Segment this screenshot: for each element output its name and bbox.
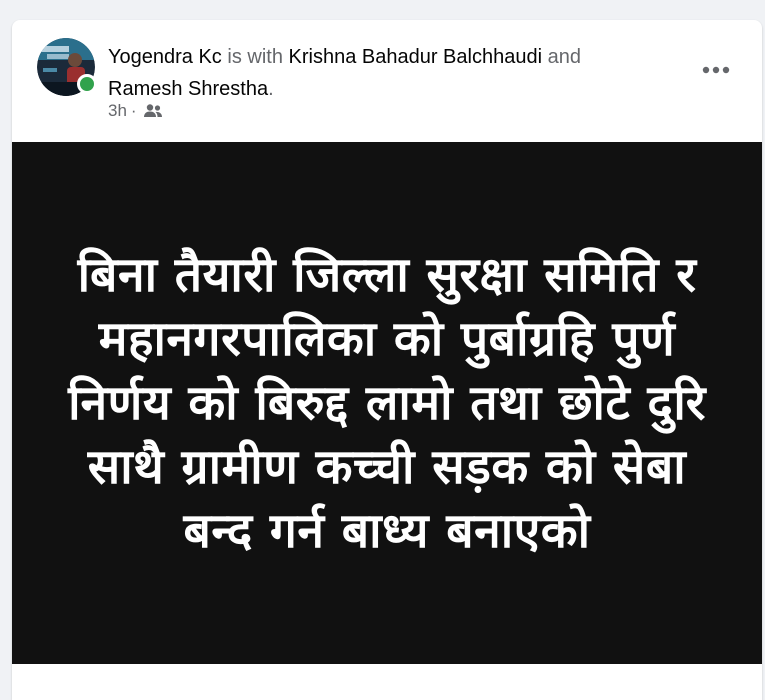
post-timestamp[interactable]: 3h [108, 101, 127, 121]
author-avatar[interactable] [37, 38, 97, 96]
more-horizontal-icon [702, 66, 730, 74]
post-image[interactable]: बिना तैयारी जिल्ला सुरक्षा समिति र महानग… [12, 142, 762, 664]
more-options-button[interactable] [696, 50, 736, 90]
meta-separator: · [130, 101, 137, 120]
friends-icon[interactable] [143, 103, 163, 119]
author-name[interactable]: Yogendra Kc [108, 46, 222, 68]
author-line: Yogendra Kc is with Krishna Bahadur Balc… [108, 41, 668, 105]
and-text: and [547, 46, 581, 68]
post-meta: 3h · [108, 101, 163, 121]
post-card: Yogendra Kc is with Krishna Bahadur Balc… [12, 20, 762, 700]
tagged-person-2[interactable]: Ramesh Shrestha [108, 78, 268, 100]
post-image-text: बिना तैयारी जिल्ला सुरक्षा समिति र महानग… [68, 247, 706, 559]
with-text: is with [227, 46, 283, 68]
period-text: . [268, 78, 274, 100]
tagged-person-1[interactable]: Krishna Bahadur Balchhaudi [289, 46, 543, 68]
post-header: Yogendra Kc is with Krishna Bahadur Balc… [12, 20, 762, 142]
online-status-dot [77, 74, 97, 94]
